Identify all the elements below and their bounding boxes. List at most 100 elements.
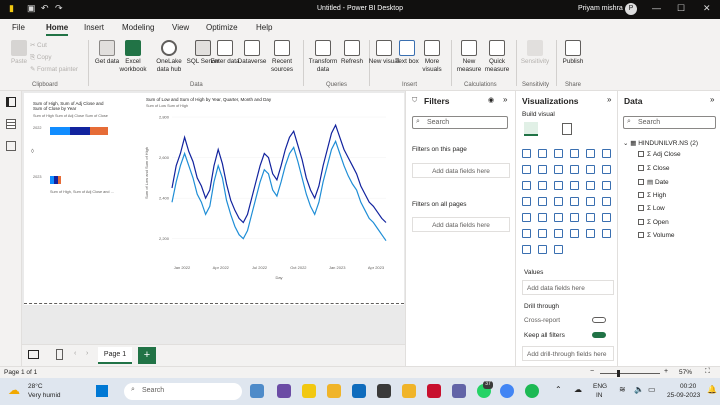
bar-segment[interactable] bbox=[70, 127, 90, 135]
recent-sources-button[interactable]: Recent sources bbox=[265, 40, 299, 73]
card-visual-icon[interactable] bbox=[602, 197, 611, 206]
menu-home[interactable]: Home bbox=[46, 23, 69, 36]
edge-icon[interactable] bbox=[352, 384, 366, 398]
line-visual-icon[interactable] bbox=[522, 165, 531, 174]
100-bar-visual-icon[interactable] bbox=[586, 149, 595, 158]
onelake-button[interactable]: OneLake data hub bbox=[152, 40, 186, 73]
checkbox[interactable] bbox=[638, 151, 644, 158]
prev-page-icon[interactable]: ‹ bbox=[74, 350, 76, 357]
power-apps-visual-icon[interactable] bbox=[522, 245, 531, 254]
stacked-bar-visual-icon[interactable] bbox=[522, 149, 531, 158]
bar-segment[interactable] bbox=[90, 127, 108, 135]
copy-button[interactable]: ⎘ Copy bbox=[30, 54, 52, 62]
dataverse-button[interactable]: Dataverse bbox=[235, 40, 269, 66]
report-view-icon[interactable] bbox=[6, 97, 16, 107]
field-open[interactable]: Σ Open bbox=[638, 219, 669, 226]
table-node[interactable]: ⌄ ▦ HINDUNILVR.NS (2) bbox=[623, 139, 698, 147]
checkbox[interactable] bbox=[638, 191, 644, 198]
menu-view[interactable]: View bbox=[172, 23, 189, 32]
mcafee-icon[interactable] bbox=[427, 384, 441, 398]
maximize-icon[interactable]: ☐ bbox=[677, 3, 685, 14]
zoom-out-icon[interactable]: − bbox=[590, 368, 594, 375]
field-low[interactable]: Σ Low bbox=[638, 205, 665, 212]
field-volume[interactable]: Σ Volume bbox=[638, 232, 675, 239]
visual2-line-chart[interactable]: Sum of Low and Sum of High 2,800 2,600 2,40… bbox=[144, 109, 394, 299]
values-dropzone[interactable]: Add data fields here bbox=[522, 280, 614, 295]
excel-workbook-button[interactable]: Excel workbook bbox=[116, 40, 150, 73]
next-page-icon[interactable]: › bbox=[86, 350, 88, 357]
drillthrough-dropzone[interactable]: Add drill-through fields here bbox=[522, 346, 614, 361]
gauge-visual-icon[interactable] bbox=[586, 197, 595, 206]
filters-search-input[interactable]: ⌕ Search bbox=[412, 116, 508, 129]
format-visual-tab[interactable] bbox=[562, 123, 572, 135]
field-high[interactable]: Σ High bbox=[638, 192, 666, 199]
desktop-layout-icon[interactable] bbox=[28, 350, 39, 359]
speaker-icon[interactable]: 🔈 bbox=[634, 385, 644, 394]
cut-button[interactable]: ✂ Cut bbox=[30, 42, 47, 49]
area-visual-icon[interactable] bbox=[538, 165, 547, 174]
menu-help[interactable]: Help bbox=[256, 23, 272, 32]
store-icon[interactable] bbox=[377, 384, 391, 398]
treemap-visual-icon[interactable] bbox=[602, 181, 611, 190]
checkbox[interactable] bbox=[638, 205, 644, 212]
eye-icon[interactable]: ◉ bbox=[488, 96, 494, 104]
build-visual-tab[interactable] bbox=[524, 122, 538, 136]
more-visuals-button[interactable]: More visuals bbox=[415, 40, 449, 73]
donut-visual-icon[interactable] bbox=[586, 181, 595, 190]
powerbi-app-icon[interactable] bbox=[302, 384, 316, 398]
bar-segment[interactable] bbox=[50, 127, 70, 135]
clustered-bar-visual-icon[interactable] bbox=[554, 149, 563, 158]
teams-icon[interactable] bbox=[452, 384, 466, 398]
bar-segment[interactable] bbox=[58, 176, 61, 184]
collapse-data-icon[interactable]: » bbox=[710, 95, 714, 104]
low-series-line[interactable] bbox=[171, 139, 387, 242]
line-column-visual-icon[interactable] bbox=[570, 165, 579, 174]
paginated-visual-icon[interactable] bbox=[602, 229, 611, 238]
taskbar-search[interactable]: ⌕ Search bbox=[124, 383, 242, 400]
field-adj-close[interactable]: Σ Adj Close bbox=[638, 151, 681, 158]
file-explorer-icon[interactable] bbox=[327, 384, 341, 398]
bar-segment[interactable] bbox=[54, 176, 58, 184]
refresh-button[interactable]: Refresh bbox=[335, 40, 369, 66]
map-visual-icon[interactable] bbox=[522, 197, 531, 206]
field-close[interactable]: Σ Close bbox=[638, 165, 669, 172]
100-column-visual-icon[interactable] bbox=[602, 149, 611, 158]
publish-button[interactable]: Publish bbox=[556, 40, 590, 66]
line-clustered-visual-icon[interactable] bbox=[586, 165, 595, 174]
mobile-layout-icon[interactable] bbox=[56, 349, 63, 360]
app-icon-1[interactable] bbox=[250, 384, 264, 398]
format-painter-button[interactable]: ✎ Format painter bbox=[30, 66, 78, 73]
sensitivity-button[interactable]: Sensitivity bbox=[518, 40, 552, 66]
visual1-bar-chart[interactable] bbox=[32, 121, 132, 193]
wifi-icon[interactable]: ≋ bbox=[619, 385, 626, 394]
key-influencers-visual-icon[interactable] bbox=[538, 229, 547, 238]
folder-icon[interactable] bbox=[402, 384, 416, 398]
r-script-visual-icon[interactable] bbox=[602, 213, 611, 222]
menu-modeling[interactable]: Modeling bbox=[122, 23, 154, 32]
stacked-column-visual-icon[interactable] bbox=[538, 149, 547, 158]
waterfall-visual-icon[interactable] bbox=[522, 181, 531, 190]
avatar[interactable]: P bbox=[625, 3, 637, 15]
menu-file[interactable]: File bbox=[12, 23, 25, 32]
table-visual-icon[interactable] bbox=[570, 213, 579, 222]
data-search-input[interactable]: ⌕ Search bbox=[623, 116, 716, 129]
qa-visual-icon[interactable] bbox=[570, 229, 579, 238]
notifications-icon[interactable]: 🔔 bbox=[707, 385, 717, 394]
field-date[interactable]: ▤ Date bbox=[638, 178, 669, 186]
menu-optimize[interactable]: Optimize bbox=[206, 23, 238, 32]
collapse-filters-icon[interactable]: » bbox=[503, 95, 507, 104]
high-series-line[interactable] bbox=[171, 123, 387, 224]
fit-page-icon[interactable]: ⛶ bbox=[705, 368, 710, 376]
azure-map-visual-icon[interactable] bbox=[554, 197, 563, 206]
filters-page-dropzone[interactable]: Add data fields here bbox=[412, 163, 510, 178]
filled-map-visual-icon[interactable] bbox=[538, 197, 547, 206]
funnel-visual-icon[interactable] bbox=[538, 181, 547, 190]
checkbox[interactable] bbox=[638, 179, 644, 186]
kpi-visual-icon[interactable] bbox=[538, 213, 547, 222]
python-visual-icon[interactable] bbox=[522, 229, 531, 238]
more-visual-icon[interactable] bbox=[554, 245, 563, 254]
app-icon-2[interactable] bbox=[277, 384, 291, 398]
quick-measure-button[interactable]: Quick measure bbox=[480, 40, 514, 73]
matrix-visual-icon[interactable] bbox=[586, 213, 595, 222]
checkbox[interactable] bbox=[638, 164, 644, 171]
